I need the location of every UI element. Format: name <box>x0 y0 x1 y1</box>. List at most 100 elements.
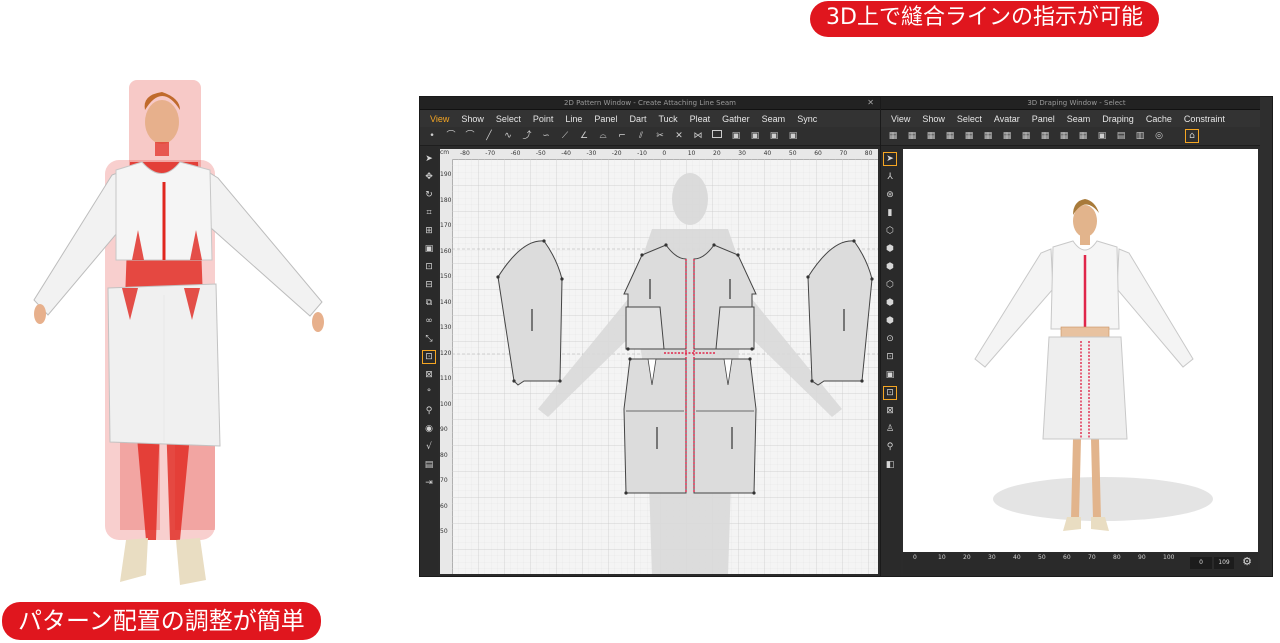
curve-edit-icon[interactable]: ⌒ <box>464 130 476 142</box>
mirror-icon[interactable]: ⧉ <box>423 297 435 309</box>
fabric-icon[interactable]: ▦ <box>963 130 975 142</box>
draping-menu-constraint[interactable]: Constraint <box>1178 114 1231 124</box>
cube-icon[interactable]: ⬡ <box>884 225 896 237</box>
grid-icon[interactable]: ▤ <box>1115 130 1127 142</box>
seam-edit-icon[interactable]: ⊠ <box>884 405 896 417</box>
scale-icon[interactable]: ⌗ <box>423 207 435 219</box>
pattern-drawing-area[interactable] <box>452 159 878 574</box>
panel-select-icon[interactable]: ▣ <box>423 243 435 255</box>
orbit-icon[interactable]: ⊛ <box>884 189 896 201</box>
pattern-piece-skirt-right[interactable] <box>693 358 757 494</box>
frame-start-field[interactable]: 0 <box>1190 557 1212 569</box>
panel-icon[interactable]: ▣ <box>730 130 742 142</box>
fillet-icon[interactable]: ⌐ <box>616 130 628 142</box>
intersect-icon[interactable]: ✕ <box>673 130 685 142</box>
cube-top-icon[interactable]: ⬢ <box>884 297 896 309</box>
texture-icon[interactable]: ▦ <box>982 130 994 142</box>
point-select-icon[interactable]: ⊡ <box>423 261 435 273</box>
pattern-menu-select[interactable]: Select <box>490 114 527 124</box>
cube-solid-icon[interactable]: ⬢ <box>884 243 896 255</box>
pattern-menu-pleat[interactable]: Pleat <box>684 114 717 124</box>
measure-icon[interactable]: ⤡ <box>423 333 435 345</box>
animation-timeline[interactable]: 0 109 ⚙ 0 10 20 30 40 50 60 70 80 90 100 <box>903 552 1258 574</box>
curve-point-icon[interactable]: ⌒ <box>445 130 457 142</box>
link-icon[interactable]: ∞ <box>423 315 435 327</box>
avatar-icon[interactable]: ▦ <box>944 130 956 142</box>
close-icon[interactable]: ✕ <box>867 97 874 109</box>
box-select-icon[interactable]: ⊞ <box>423 225 435 237</box>
pattern-menu-gather[interactable]: Gather <box>716 114 756 124</box>
point-tool-icon[interactable]: • <box>426 130 438 142</box>
light-icon[interactable]: ▥ <box>1134 130 1146 142</box>
draping-menu-view[interactable]: View <box>885 114 916 124</box>
offset-icon[interactable]: ⫽ <box>635 130 647 142</box>
move-icon[interactable]: ✥ <box>423 171 435 183</box>
pattern-menu-show[interactable]: Show <box>455 114 490 124</box>
camera-orbit-icon[interactable]: ⊙ <box>884 333 896 345</box>
grading-icon[interactable]: ⊟ <box>423 279 435 291</box>
rotate-icon[interactable]: ↻ <box>423 189 435 201</box>
simulate-icon[interactable]: ▦ <box>887 130 899 142</box>
panel-mirror-icon[interactable]: ▣ <box>768 130 780 142</box>
pose-icon[interactable]: ▦ <box>925 130 937 142</box>
export-icon[interactable]: ⇥ <box>423 477 435 489</box>
camera-icon[interactable]: ▣ <box>1096 130 1108 142</box>
rectangle-icon[interactable] <box>711 130 723 142</box>
pattern-piece-skirt-left[interactable] <box>623 358 687 494</box>
seam-tool-icon[interactable]: ⊡ <box>883 386 897 400</box>
pattern-menu-line[interactable]: Line <box>559 114 588 124</box>
draping-menu-panel[interactable]: Panel <box>1026 114 1061 124</box>
cube-half-icon[interactable]: ⬢ <box>884 261 896 273</box>
line-tool-icon[interactable]: ╱ <box>483 130 495 142</box>
bezier-icon[interactable]: ∽ <box>540 130 552 142</box>
fold-icon[interactable]: √ <box>423 441 435 453</box>
fabric-icon[interactable]: ▤ <box>423 459 435 471</box>
draping-menu-cache[interactable]: Cache <box>1140 114 1178 124</box>
curve-tool-icon[interactable]: ∿ <box>502 130 514 142</box>
pin-icon[interactable]: ⚲ <box>884 441 896 453</box>
seam-tool-icon[interactable]: ⊡ <box>422 350 436 364</box>
pattern-piece-right-sleeve[interactable] <box>807 240 873 386</box>
fit-map-icon[interactable]: ▦ <box>1020 130 1032 142</box>
button-icon[interactable]: ◉ <box>423 423 435 435</box>
trim-icon[interactable]: ⋈ <box>692 130 704 142</box>
panel-rotate-icon[interactable]: ▣ <box>787 130 799 142</box>
cube-wire-icon[interactable]: ⬡ <box>884 279 896 291</box>
home-icon[interactable]: ⌂ <box>1185 129 1199 143</box>
polyline-icon[interactable]: ⤴ <box>521 130 533 142</box>
axis-icon[interactable]: ⅄ <box>884 171 896 183</box>
draping-menu-draping[interactable]: Draping <box>1096 114 1140 124</box>
select-arrow-icon[interactable]: ➤ <box>423 153 435 165</box>
reset-icon[interactable]: ▦ <box>906 130 918 142</box>
seam-edit-icon[interactable]: ⊠ <box>423 369 435 381</box>
angle-icon[interactable]: ∠ <box>578 130 590 142</box>
render-icon[interactable]: ▦ <box>1077 130 1089 142</box>
arc-icon[interactable]: ⌓ <box>597 130 609 142</box>
draping-menu-avatar[interactable]: Avatar <box>988 114 1026 124</box>
cut-icon[interactable]: ✂ <box>654 130 666 142</box>
mesh-icon[interactable]: ◧ <box>884 459 896 471</box>
draping-menu-select[interactable]: Select <box>951 114 988 124</box>
snapshot-icon[interactable]: ▣ <box>884 369 896 381</box>
pattern-menu-view[interactable]: View <box>424 114 455 124</box>
pattern-menu-panel[interactable]: Panel <box>588 114 623 124</box>
cube-side-icon[interactable]: ⬢ <box>884 315 896 327</box>
pin-icon[interactable]: ⚲ <box>423 405 435 417</box>
stress-map-icon[interactable]: ▦ <box>1001 130 1013 142</box>
draping-viewport[interactable] <box>903 149 1258 552</box>
draping-menu-seam[interactable]: Seam <box>1061 114 1097 124</box>
frame-icon[interactable]: ⊡ <box>884 351 896 363</box>
cylinder-icon[interactable]: ▮ <box>884 207 896 219</box>
pose-walk-icon[interactable]: ♙ <box>884 423 896 435</box>
collision-icon[interactable]: ▦ <box>1039 130 1051 142</box>
draping-menu-show[interactable]: Show <box>916 114 951 124</box>
panel-copy-icon[interactable]: ▣ <box>749 130 761 142</box>
pattern-menu-sync[interactable]: Sync <box>791 114 823 124</box>
pattern-menu-seam[interactable]: Seam <box>756 114 792 124</box>
pattern-menu-point[interactable]: Point <box>527 114 560 124</box>
pattern-menu-tuck[interactable]: Tuck <box>652 114 683 124</box>
select-arrow-icon[interactable]: ➤ <box>883 152 897 166</box>
gear-icon[interactable]: ⚙ <box>1242 555 1252 568</box>
tangent-icon[interactable]: ⟋ <box>559 130 571 142</box>
pattern-canvas[interactable]: -80 -70 -60 -50 -40 -30 -20 -10 0 10 20 30 40 50 60 70 8… <box>440 149 878 574</box>
